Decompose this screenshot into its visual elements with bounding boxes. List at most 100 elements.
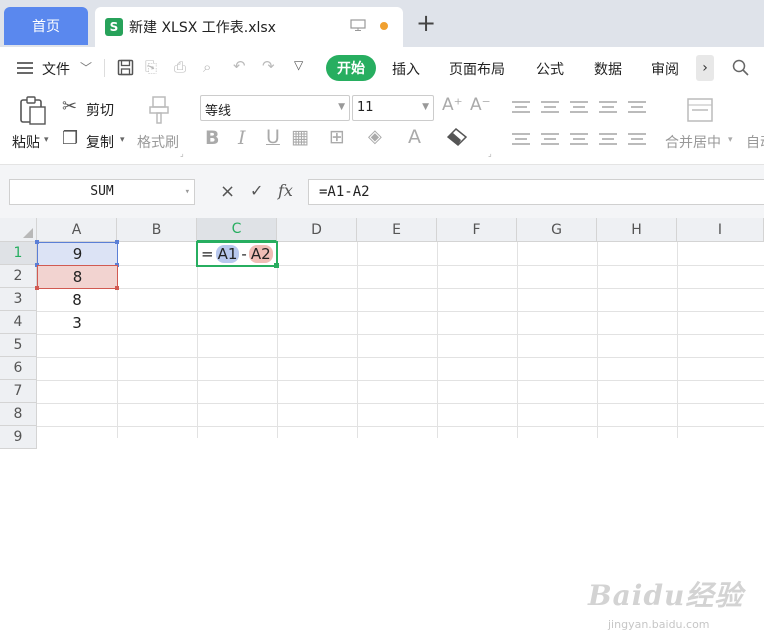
tab-review[interactable]: 审阅 xyxy=(651,59,679,79)
increase-font-icon[interactable]: A⁺ xyxy=(442,95,463,115)
tab-page-layout[interactable]: 页面布局 xyxy=(449,59,505,79)
row-header-7[interactable]: 7 xyxy=(0,380,37,403)
tab-formulas[interactable]: 公式 xyxy=(536,59,564,79)
format-painter-button[interactable]: 格式刷 xyxy=(137,132,179,152)
column-header-a[interactable]: A xyxy=(37,218,117,242)
fill-color-icon[interactable]: ◈ xyxy=(368,126,382,147)
tab-insert[interactable]: 插入 xyxy=(392,59,420,79)
range-handle[interactable] xyxy=(35,240,39,244)
font-color-icon[interactable]: A xyxy=(408,126,421,148)
row-header-1[interactable]: 1 xyxy=(0,242,37,265)
undo-icon[interactable]: ↶ xyxy=(233,57,246,75)
column-header-f[interactable]: F xyxy=(437,218,517,242)
select-all-corner[interactable] xyxy=(0,218,37,242)
tab-start[interactable]: 开始 xyxy=(326,55,376,81)
merge-center-icon[interactable] xyxy=(686,97,714,123)
menu-file[interactable]: 文件 xyxy=(42,59,70,79)
cell-a4[interactable]: 3 xyxy=(37,311,117,334)
cell-style-icon[interactable]: ⊞ xyxy=(329,126,345,148)
column-header-g[interactable]: G xyxy=(517,218,597,242)
tab-home[interactable]: 首页 xyxy=(4,7,88,45)
chevron-down-icon: ▾ xyxy=(184,187,190,197)
tab-data[interactable]: 数据 xyxy=(594,59,622,79)
insert-function-icon[interactable]: fx xyxy=(278,181,293,200)
gridline xyxy=(37,311,764,312)
cell-a2[interactable]: 8 xyxy=(37,265,118,289)
name-box[interactable]: SUM ▾ xyxy=(9,179,195,205)
paste-button[interactable]: 粘贴 xyxy=(12,132,40,152)
ribbon-toolbar: 粘贴 ▾ ✂ 剪切 ❐ 复制 ▾ 格式刷 ⌟ 等线 ▼ 11 ▼ A⁺ A⁻ B… xyxy=(0,89,764,165)
align-bottom-icon[interactable] xyxy=(570,101,588,113)
cell-c1-editing[interactable]: = A1 - A2 xyxy=(196,241,278,267)
gridline xyxy=(597,242,598,438)
new-tab-button[interactable]: + xyxy=(412,9,440,37)
hamburger-menu-icon[interactable] xyxy=(16,61,34,75)
print-preview-icon[interactable]: ⌕ xyxy=(203,58,211,76)
monitor-icon[interactable] xyxy=(350,19,366,31)
borders-icon[interactable]: ▦ xyxy=(291,126,309,148)
align-left-icon[interactable] xyxy=(512,133,530,145)
column-header-i[interactable]: I xyxy=(677,218,764,242)
font-size-select[interactable]: 11 ▼ xyxy=(352,95,434,121)
decrease-font-icon[interactable]: A⁻ xyxy=(470,95,491,115)
fill-handle[interactable] xyxy=(274,263,279,268)
format-painter-icon[interactable] xyxy=(148,95,170,125)
wrap-text-button[interactable]: 自动 xyxy=(746,132,764,152)
cell-a1[interactable]: 9 xyxy=(37,242,118,266)
chevron-down-icon[interactable]: ﹀ xyxy=(80,59,92,76)
merge-center-button[interactable]: 合并居中 xyxy=(665,132,721,152)
font-launcher-icon[interactable]: ⌟ xyxy=(488,149,492,158)
copy-button[interactable]: 复制 xyxy=(86,132,114,152)
justify-icon[interactable] xyxy=(599,133,617,145)
cell-a3[interactable]: 8 xyxy=(37,288,117,311)
clipboard-launcher-icon[interactable]: ⌟ xyxy=(180,149,184,158)
distributed-icon[interactable] xyxy=(628,133,646,145)
bold-button[interactable]: B xyxy=(205,127,219,149)
output-icon[interactable]: ⎘ xyxy=(145,58,157,76)
align-middle-icon[interactable] xyxy=(541,101,559,113)
column-header-b[interactable]: B xyxy=(117,218,197,242)
column-header-d[interactable]: D xyxy=(277,218,357,242)
formula-input[interactable]: =A1-A2 xyxy=(308,179,764,205)
row-header-6[interactable]: 6 xyxy=(0,357,37,380)
cut-button[interactable]: 剪切 xyxy=(86,100,114,120)
gridline xyxy=(37,334,764,335)
customize-chevron-icon[interactable]: ▽ xyxy=(294,58,303,72)
column-header-c[interactable]: C xyxy=(197,218,277,242)
merge-dropdown-icon[interactable]: ▾ xyxy=(728,135,733,145)
print-icon[interactable]: ⎙ xyxy=(174,58,186,76)
row-header-5[interactable]: 5 xyxy=(0,334,37,357)
gridline xyxy=(37,403,764,404)
italic-button[interactable]: I xyxy=(238,127,246,149)
save-icon[interactable] xyxy=(117,59,134,76)
row-header-2[interactable]: 2 xyxy=(0,265,37,288)
column-header-h[interactable]: H xyxy=(597,218,677,242)
row-header-3[interactable]: 3 xyxy=(0,288,37,311)
row-header-4[interactable]: 4 xyxy=(0,311,37,334)
cancel-icon[interactable]: × xyxy=(220,181,235,202)
more-tabs-button[interactable]: › xyxy=(696,55,714,81)
underline-button[interactable]: U xyxy=(266,126,280,148)
spreadsheet-file-icon: S xyxy=(105,18,123,36)
paste-icon[interactable] xyxy=(18,95,48,125)
scissors-icon: ✂ xyxy=(62,96,78,117)
chevron-down-icon: ▼ xyxy=(338,102,345,112)
column-header-e[interactable]: E xyxy=(357,218,437,242)
confirm-icon[interactable]: ✓ xyxy=(250,181,263,200)
gridline xyxy=(677,242,678,438)
search-icon[interactable] xyxy=(732,59,750,77)
paste-dropdown-icon[interactable]: ▾ xyxy=(44,135,49,145)
align-center-icon[interactable] xyxy=(541,133,559,145)
font-name-select[interactable]: 等线 ▼ xyxy=(200,95,350,121)
tab-document[interactable]: S 新建 XLSX 工作表.xlsx xyxy=(95,7,403,47)
increase-indent-icon[interactable] xyxy=(628,101,646,113)
decrease-indent-icon[interactable] xyxy=(599,101,617,113)
row-header-8[interactable]: 8 xyxy=(0,403,37,426)
eraser-icon[interactable] xyxy=(447,127,469,147)
align-right-icon[interactable] xyxy=(570,133,588,145)
copy-dropdown-icon[interactable]: ▾ xyxy=(120,135,125,145)
redo-icon[interactable]: ↷ xyxy=(262,57,275,75)
document-title: 新建 XLSX 工作表.xlsx xyxy=(129,20,276,36)
range-handle[interactable] xyxy=(115,240,119,244)
align-top-icon[interactable] xyxy=(512,101,530,113)
